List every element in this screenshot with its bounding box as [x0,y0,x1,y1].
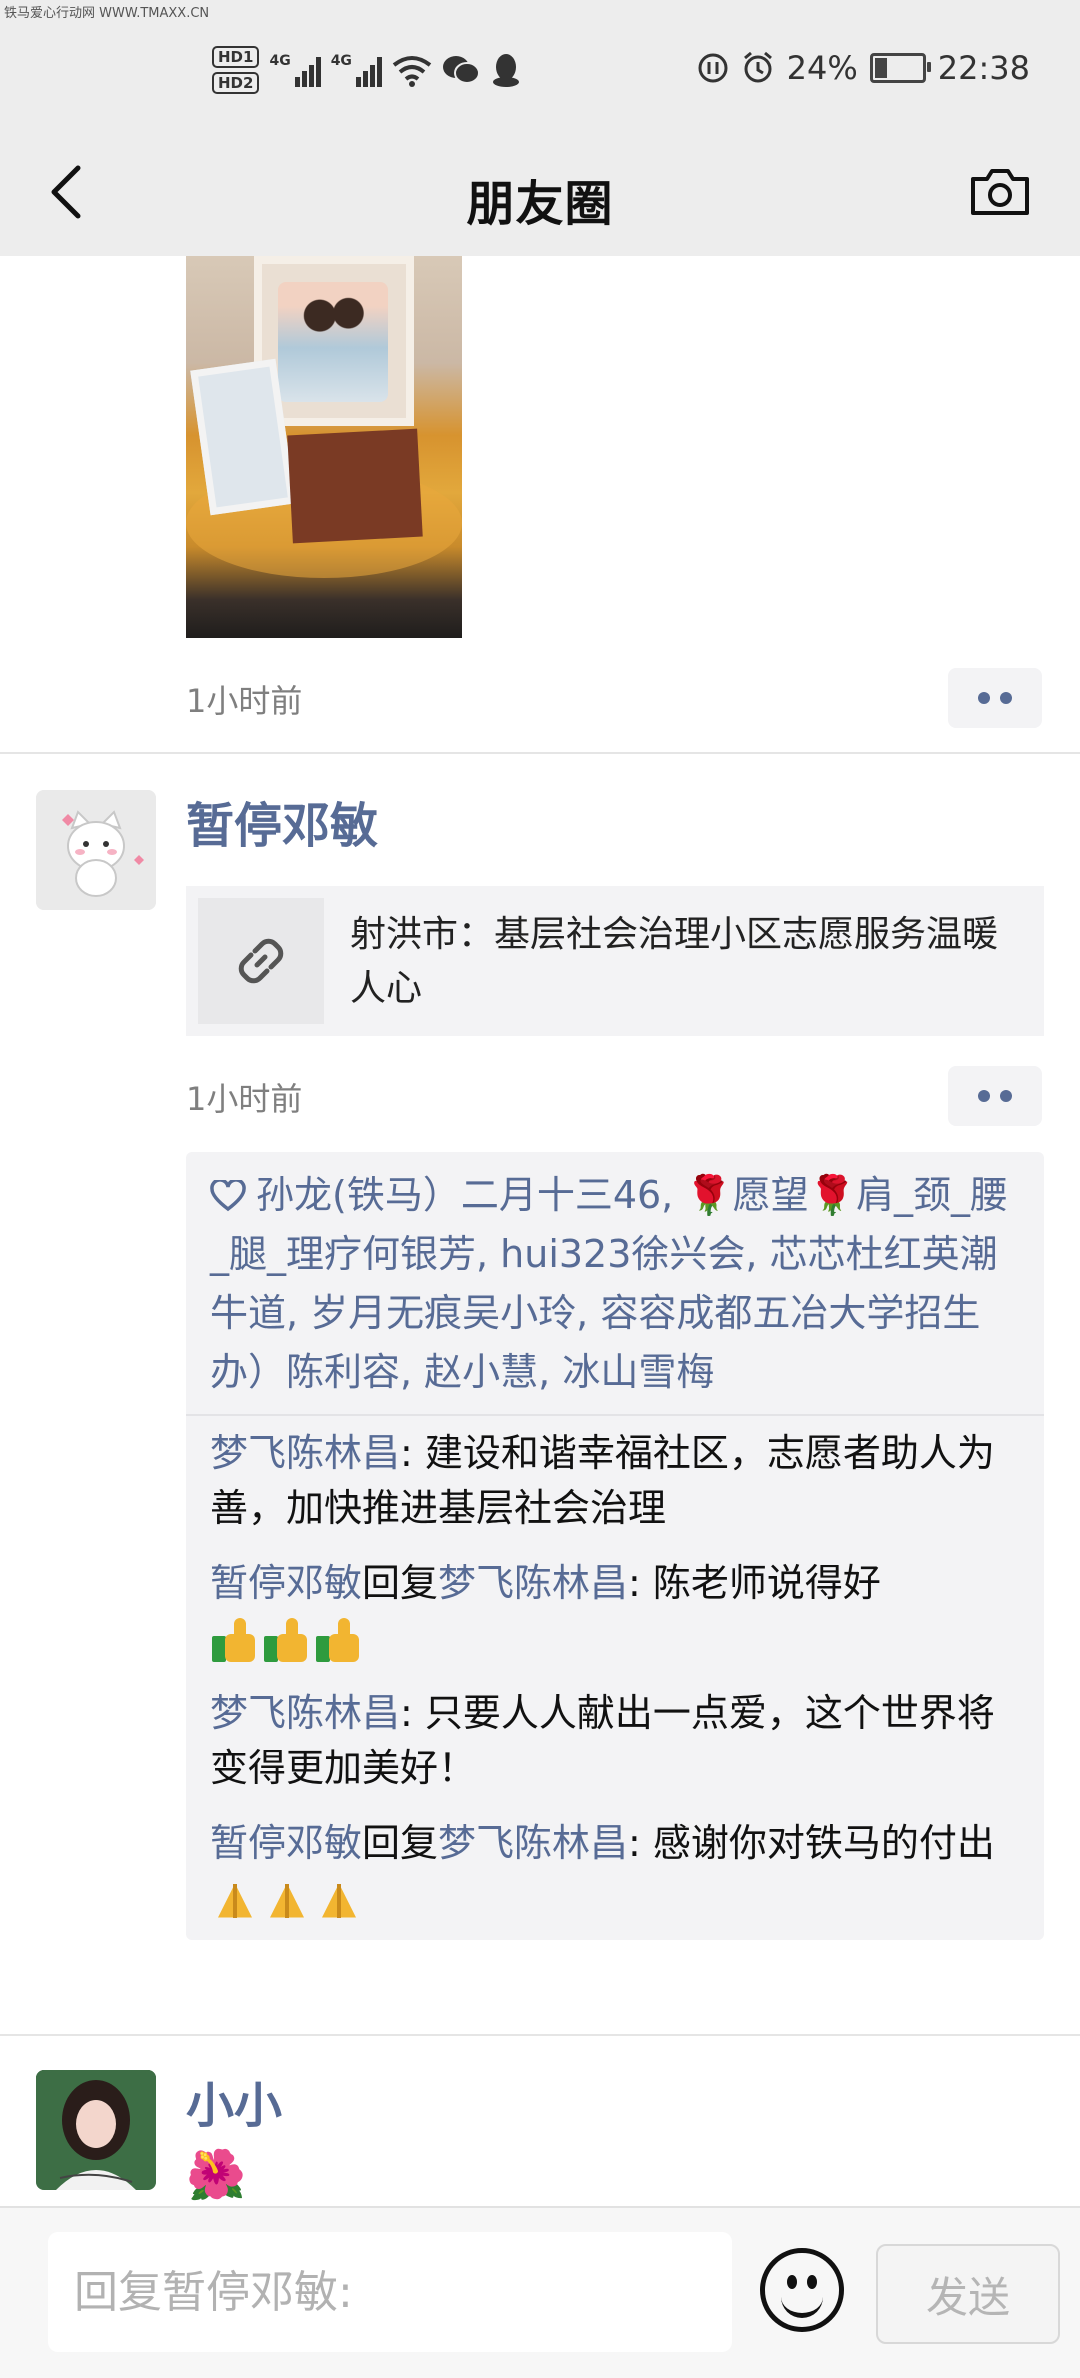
reply-target[interactable]: 梦飞陈林昌 [438,1561,628,1605]
emoji-button[interactable] [760,2248,844,2332]
post-time: 1小时前 [186,682,303,720]
thumbs-up-icon [314,1616,364,1666]
page-title: 朋友圈 [466,176,614,232]
dot-icon [1000,1090,1012,1102]
hd2-badge: HD2 [212,72,260,94]
reply-input[interactable] [48,2232,732,2352]
pray-hands-icon [262,1876,312,1926]
avatar[interactable] [36,2070,156,2190]
reply-word: 回复 [362,1561,439,1605]
link-card[interactable]: 射洪市：基层社会治理小区志愿服务温暖人心 [186,886,1044,1036]
comment-author[interactable]: 暂停邓敏 [210,1561,362,1605]
wifi-icon [392,56,432,87]
cat-avatar-icon [36,790,156,910]
reply-word: 回复 [362,1821,439,1865]
post-text: 🌺 [186,2147,246,2203]
hd1-badge: HD1 [212,46,260,68]
comment-item[interactable]: 暂停邓敏回复梦飞陈林昌: 感谢你对铁马的付出 [210,1816,1022,1926]
link-icon [238,938,284,984]
reply-target[interactable]: 梦飞陈林昌 [438,1821,628,1865]
heart-icon [210,1180,246,1212]
post-author-name[interactable]: 小小 [186,2066,282,2136]
comment-text: : 感谢你对铁马的付出 [628,1821,995,1865]
status-right: 24% 22:38 [697,44,1030,92]
more-actions-button[interactable] [948,1066,1042,1126]
comments-list: 梦飞陈林昌: 建设和谐幸福社区，志愿者助人为善，加快推进基层社会治理 暂停邓敏回… [186,1416,1044,1940]
status-left: HD1 HD2 4G 4G [212,40,522,100]
clock: 22:38 [937,49,1030,87]
comment-item[interactable]: 梦飞陈林昌: 建设和谐幸福社区，志愿者助人为善，加快推进基层社会治理 [210,1426,1022,1536]
comment-author[interactable]: 暂停邓敏 [210,1821,362,1865]
battery-percent: 24% [786,49,858,87]
pray-hands-icon [210,1876,260,1926]
dot-icon [1000,692,1012,704]
comment-author[interactable]: 梦飞陈林昌 [210,1431,400,1475]
likes-names: 孙龙(铁马）二月十三46, 🌹愿望🌹肩_颈_腰_腿_理疗何银芳, hui323徐… [210,1173,1008,1394]
pray-emojis [210,1876,364,1926]
avatar[interactable] [36,790,156,910]
more-actions-button[interactable] [948,668,1042,728]
thumbs-up-icon [262,1616,312,1666]
post-time: 1小时前 [186,1080,303,1118]
dot-icon [978,1090,990,1102]
post-divider [0,2034,1080,2036]
post-divider [0,752,1080,754]
comment-item[interactable]: 暂停邓敏回复梦飞陈林昌: 陈老师说得好 [210,1556,1022,1666]
post-photo[interactable] [186,256,462,638]
dot-icon [978,692,990,704]
network-type-1: 4G [269,53,291,69]
portrait-avatar-icon [36,2070,156,2190]
likes-list[interactable]: 孙龙(铁马）二月十三46, 🌹愿望🌹肩_颈_腰_腿_理疗何银芳, hui323徐… [186,1152,1044,1416]
send-button[interactable]: 发送 [876,2244,1060,2344]
wechat-icon [442,56,480,84]
thumbs-up-icon [210,1616,260,1666]
signal-icon-2: 4G [331,53,382,87]
battery-icon [869,53,931,83]
nav-header: 朋友圈 [0,128,1080,256]
data-saver-icon [698,53,728,83]
pray-hands-icon [314,1876,364,1926]
link-thumbnail [198,898,324,1024]
camera-button[interactable] [960,154,1040,230]
alarm-icon [743,51,772,83]
post-author-name[interactable]: 暂停邓敏 [186,786,378,856]
comment-item[interactable]: 梦飞陈林昌: 只要人人献出一点爱，这个世界将变得更加美好！ [210,1686,1022,1796]
hd-indicators: HD1 HD2 [212,46,260,94]
thumbs-up-emojis [210,1616,364,1666]
top-bar: HD1 HD2 4G 4G 24% 22:38 朋友圈 [0,0,1080,256]
network-type-2: 4G [330,53,352,69]
reply-bar: 发送 [0,2206,1080,2378]
comment-author[interactable]: 梦飞陈林昌 [210,1691,400,1735]
signal-icon: 4G [269,53,321,87]
comment-text: : 陈老师说得好 [628,1561,881,1605]
camera-icon [971,169,1029,215]
watermark: 铁马爱心行动网 WWW.TMAXX.CN [4,6,210,21]
interaction-box: 孙龙(铁马）二月十三46, 🌹愿望🌹肩_颈_腰_腿_理疗何银芳, hui323徐… [186,1152,1044,1940]
qq-icon [492,54,519,87]
link-title: 射洪市：基层社会治理小区志愿服务温暖人心 [350,914,999,1009]
moments-feed[interactable]: 1小时前 暂停邓敏 射洪市：基层社会治理小区志愿服务温暖人心 1小时前 孙龙(铁… [0,256,1080,2206]
